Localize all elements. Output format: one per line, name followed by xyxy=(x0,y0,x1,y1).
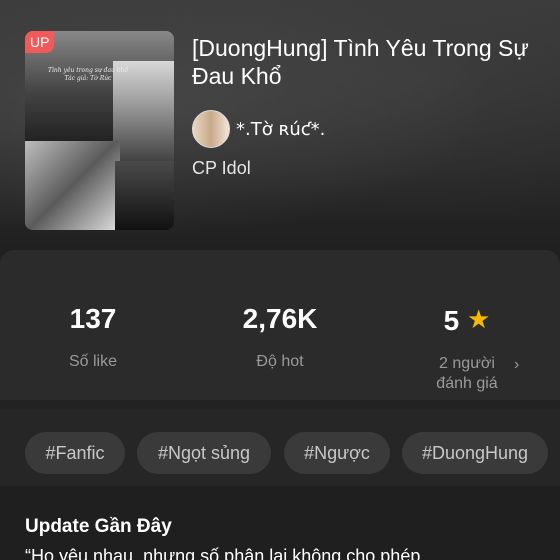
recent-update-section: Update Gần Đây “Họ yêu nhau, nhưng số ph… xyxy=(0,486,560,560)
stats-row: 137 Số like 2,76K Độ hot 5 ★ 2 người đán… xyxy=(0,250,560,400)
cover-caption: Tình yêu trong sự đau khổ Tác giả: Tờ Rứ… xyxy=(48,67,128,82)
story-header-background: Tình yêu trong sự đau khổ Tác giả: Tờ Rứ… xyxy=(0,0,560,260)
rating-value-row: 5 ★ xyxy=(392,302,542,338)
hot-count: 2,76K xyxy=(242,303,318,334)
update-excerpt[interactable]: “Họ yêu nhau, nhưng số phận lại không ch… xyxy=(25,546,545,560)
update-heading: Update Gần Đây xyxy=(25,516,172,537)
likes-count: 137 xyxy=(69,303,117,334)
rating-value: 5 xyxy=(443,305,460,336)
story-info-panel: 137 Số like 2,76K Độ hot 5 ★ 2 người đán… xyxy=(0,250,560,560)
author-row[interactable]: *.Tờ ʀúƈ*. xyxy=(192,110,325,148)
section-divider xyxy=(0,400,560,410)
tag-chip[interactable]: #DuongHung xyxy=(402,432,548,474)
author-name[interactable]: *.Tờ ʀúƈ*. xyxy=(236,119,325,140)
author-avatar[interactable] xyxy=(192,110,230,148)
tag-chip[interactable]: #Fanfic xyxy=(25,432,125,474)
tag-chip[interactable]: #Ngược xyxy=(284,432,390,474)
rating-stat[interactable]: 5 ★ 2 người đánh giá xyxy=(392,302,542,394)
hot-stat: 2,76K Độ hot xyxy=(205,302,355,372)
story-category[interactable]: CP Idol xyxy=(192,158,251,179)
hot-label: Độ hot xyxy=(256,353,304,370)
likes-label: Số like xyxy=(68,353,118,370)
tag-chip[interactable]: #Ngọt sủng xyxy=(137,432,271,474)
rating-desc-label: đánh giá xyxy=(436,375,498,392)
story-cover-image[interactable]: Tình yêu trong sự đau khổ Tác giả: Tờ Rứ… xyxy=(25,31,174,230)
cover-panel xyxy=(25,141,120,230)
story-title: [DuongHung] Tình Yêu Trong Sự Đau Khổ xyxy=(192,35,529,89)
cover-panel xyxy=(115,161,174,230)
star-icon: ★ xyxy=(467,304,491,334)
likes-stat: 137 Số like xyxy=(18,302,168,372)
chevron-right-icon[interactable]: › xyxy=(514,356,526,373)
tag-list: #Fanfic #Ngọt sủng #Ngược #DuongHung xyxy=(0,410,560,486)
up-badge: UP xyxy=(25,31,55,53)
